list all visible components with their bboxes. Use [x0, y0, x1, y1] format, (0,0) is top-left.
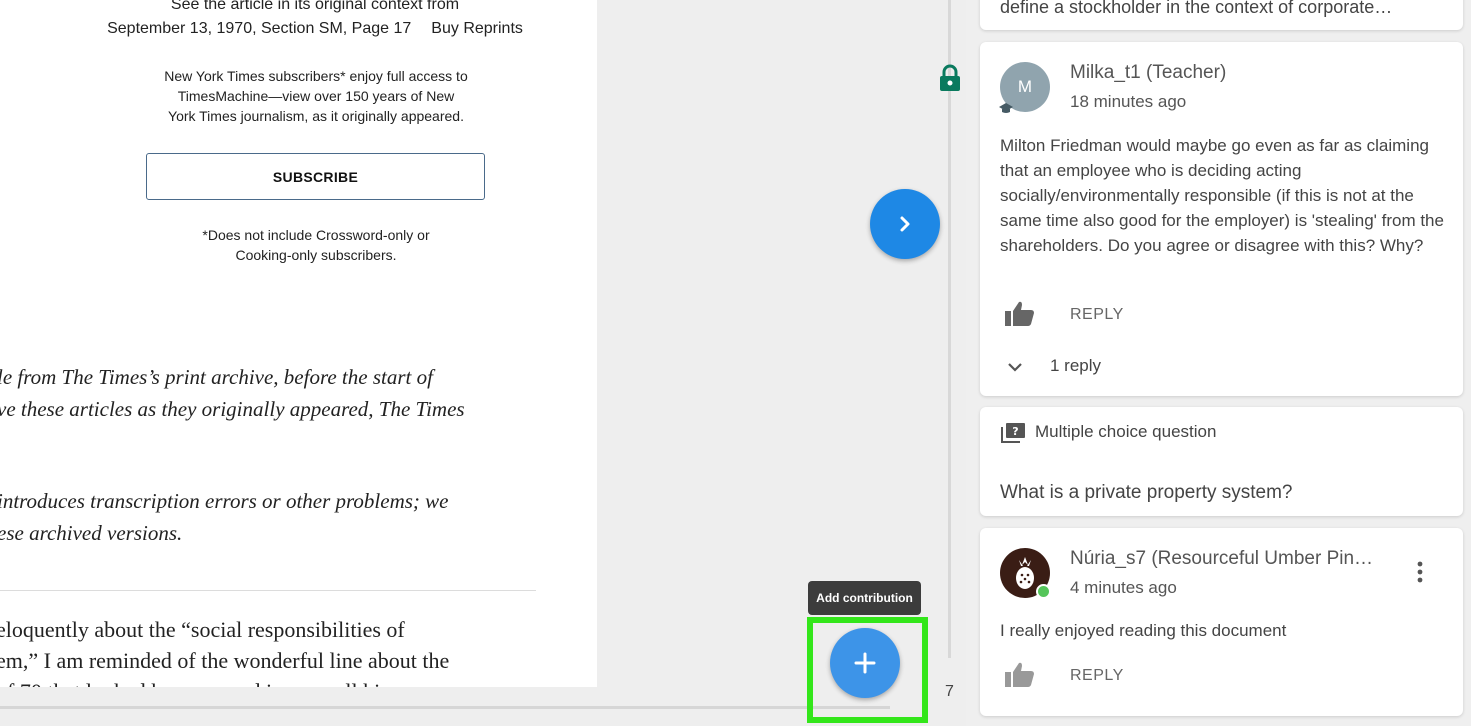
mcq-question: What is a private property system?: [1000, 482, 1293, 503]
add-contribution-tooltip: Add contribution: [808, 581, 921, 615]
article-body-line: eloquently about the “social responsibil…: [0, 617, 405, 642]
avatar[interactable]: M: [999, 62, 1050, 113]
annotation-track-line: [948, 0, 951, 658]
plus-icon: [854, 652, 876, 674]
subscriber-promo: New York Times subscribers* enjoy full a…: [130, 66, 502, 126]
article-body-line: of 70 that looked he answered in one cal…: [0, 679, 397, 687]
comment-text: I really enjoyed reading this document: [1000, 621, 1287, 640]
archive-note-line: le from The Times’s print archive, befor…: [0, 365, 433, 389]
add-contribution-button[interactable]: [830, 628, 900, 698]
archive-note-line: ese archived versions.: [0, 521, 183, 545]
fine-print-line: *Does not include Crossword-only or: [202, 227, 430, 243]
quiz-icon: ?: [1000, 422, 1026, 449]
reply-button[interactable]: REPLY: [1070, 667, 1124, 685]
online-status-indicator: [1036, 584, 1051, 599]
avatar-initial: M: [1017, 77, 1033, 96]
comment-card-truncated[interactable]: define a stockholder in the context of c…: [980, 0, 1463, 30]
promo-line: New York Times subscribers* enjoy full a…: [164, 68, 468, 84]
fine-print-line: Cooking-only subscribers.: [235, 247, 397, 263]
subscribe-button[interactable]: SUBSCRIBE: [146, 153, 485, 200]
avatar[interactable]: [1000, 548, 1051, 599]
dateline-text: September 13, 1970, Section SM, Page 17: [107, 20, 412, 37]
lock-icon[interactable]: [938, 64, 962, 97]
comment-author[interactable]: Milka_t1 (Teacher): [1070, 62, 1226, 84]
truncated-comment-text: define a stockholder in the context of c…: [1000, 0, 1393, 17]
replies-toggle[interactable]: 1 reply: [1050, 356, 1101, 376]
article-dateline: September 13, 1970, Section SM, Page 17 B…: [60, 17, 570, 41]
chevron-right-icon: [900, 216, 910, 232]
comment-timestamp: 18 minutes ago: [1070, 92, 1187, 111]
archive-note-line: introduces transcription errors or other…: [0, 489, 449, 513]
next-button[interactable]: [870, 189, 940, 259]
promo-line: TimesMachine—view over 150 years of New: [177, 88, 455, 104]
archive-note-line: ve these articles as they originally app…: [0, 397, 465, 421]
comment-timestamp: 4 minutes ago: [1070, 578, 1177, 597]
promo-line: York Times journalism, as it originally …: [168, 108, 464, 124]
thumbs-up-icon[interactable]: [1004, 661, 1036, 694]
graduation-cap-icon: [999, 103, 1013, 113]
article-divider: [0, 590, 536, 591]
thumbs-up-icon[interactable]: [1004, 300, 1036, 333]
article-body-line: em,” I am reminded of the wonderful line…: [0, 648, 450, 673]
reply-button[interactable]: REPLY: [1070, 306, 1124, 324]
pineapple-icon: [1016, 557, 1034, 589]
comment-card: M Milka_t1 (Teacher) 18 minutes ago Milt…: [980, 42, 1463, 396]
more-options-icon[interactable]: [1416, 560, 1424, 589]
article-panel: See the article in its original context …: [0, 0, 597, 687]
chevron-down-icon[interactable]: [1006, 360, 1024, 379]
buy-reprints-link[interactable]: Buy Reprints: [431, 20, 523, 37]
comment-card: Núria_s7 (Resourceful Umber Pin… 4 minut…: [980, 528, 1463, 716]
mcq-label: Multiple choice question: [1035, 422, 1217, 441]
comment-text: Milton Friedman would maybe go even as f…: [1000, 136, 1444, 255]
mcq-card[interactable]: ? Multiple choice question What is a pri…: [980, 407, 1463, 516]
original-context-text: See the article in its original context …: [170, 0, 460, 13]
subscription-fine-print: *Does not include Crossword-only or Cook…: [150, 225, 482, 265]
svg-text:?: ?: [1012, 425, 1018, 438]
page-number: 7: [945, 683, 954, 700]
horizontal-scrollbar[interactable]: [0, 706, 890, 709]
comment-author[interactable]: Núria_s7 (Resourceful Umber Pin…: [1070, 548, 1400, 570]
